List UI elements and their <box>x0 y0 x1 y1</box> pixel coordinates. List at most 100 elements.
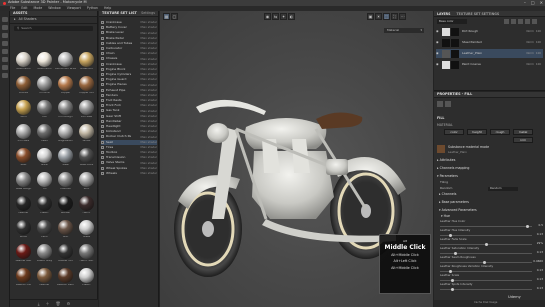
parameter-value[interactable]: 0.5 <box>539 224 543 227</box>
advanced-parameters-subsection[interactable]: ▾ Advanced Parameters <box>439 208 477 212</box>
visibility-checkbox[interactable] <box>101 88 104 92</box>
base-parameters-subsection[interactable]: ▸ Base parameters <box>439 200 469 204</box>
texture-set-shader[interactable]: Main shader <box>141 73 158 76</box>
assets-search-input[interactable]: ⚲ Search <box>14 26 93 31</box>
close-icon[interactable]: ✕ <box>540 1 543 5</box>
parameter-slider[interactable] <box>440 243 532 246</box>
menu-viewport[interactable]: Viewport <box>67 6 81 10</box>
visibility-checkbox[interactable] <box>101 21 104 25</box>
asset-tile[interactable]: Aluminium <box>13 51 34 71</box>
viewport-mode-dropdown[interactable]: Material ▾ <box>384 28 424 33</box>
screenshot-icon[interactable]: ⬚ <box>383 13 390 20</box>
material-thumbnail[interactable] <box>437 145 445 153</box>
visibility-checkbox[interactable] <box>101 31 104 35</box>
visibility-checkbox[interactable] <box>101 140 104 144</box>
import-icon[interactable]: ⤓ <box>38 301 40 306</box>
visibility-checkbox[interactable] <box>101 83 104 87</box>
texture-set-shader[interactable]: Main shader <box>141 63 158 66</box>
texture-set-shader[interactable]: Main shader <box>141 141 158 144</box>
paint-tool-icon[interactable] <box>2 17 8 22</box>
layer-blend-mode[interactable]: Norm <box>527 30 534 33</box>
visibility-checkbox[interactable] <box>101 125 104 129</box>
asset-tile[interactable]: Iron <box>34 99 55 119</box>
picker-tool-icon[interactable] <box>2 65 8 70</box>
parameter-slider[interactable] <box>440 288 532 291</box>
slider-handle[interactable] <box>525 225 529 228</box>
channels-mapping-section[interactable]: ▸ Channels mapping <box>437 166 469 170</box>
asset-tile[interactable]: Tin <box>34 171 55 191</box>
menu-python[interactable]: Python <box>87 6 98 10</box>
asset-tile[interactable]: Brass Old <box>76 51 97 71</box>
asset-tile[interactable]: Wood <box>13 219 34 239</box>
settings-icon[interactable]: ⚙ <box>67 301 71 306</box>
projection-tool-icon[interactable] <box>2 33 8 38</box>
visibility-checkbox[interactable] <box>101 99 104 103</box>
3d-viewport[interactable]: ▦ ▢ ◉ ⇆ ✦ ◐ ▣ ☀ ⬚ ⛶ ⋯ Material ▾ Alt Mid… <box>160 11 433 307</box>
parameter-value[interactable]: 0.13 <box>537 251 543 254</box>
asset-tile[interactable]: Steel Dark <box>76 147 97 167</box>
add-mask-icon[interactable] <box>518 19 523 24</box>
texture-set-shader[interactable]: Main shader <box>141 42 158 45</box>
menu-file[interactable]: File <box>10 6 15 10</box>
asset-tile[interactable]: Leather <box>34 267 55 287</box>
visibility-checkbox[interactable] <box>101 161 104 165</box>
channel-height-button[interactable]: height <box>467 129 487 135</box>
layer-opacity[interactable]: 100 <box>536 30 541 33</box>
parameter-slider[interactable] <box>440 252 532 255</box>
layer-opacity[interactable]: 100 <box>536 63 541 66</box>
smudge-tool-icon[interactable] <box>2 49 8 54</box>
layout-icon[interactable]: ▦ <box>163 13 170 20</box>
texture-set-shader[interactable]: Main shader <box>141 104 158 107</box>
asset-tile[interactable]: Plastic Grey <box>34 243 55 263</box>
parameter-slider[interactable] <box>440 261 532 264</box>
texture-set-shader[interactable]: Main shader <box>141 156 158 159</box>
minimize-icon[interactable]: – <box>524 1 526 5</box>
layer-row[interactable]: ◉ Paint Coarse Norm 100 <box>436 60 543 69</box>
clone-tool-icon[interactable] <box>2 57 8 62</box>
asset-tile[interactable]: Gold <box>13 99 34 119</box>
texture-set-shader[interactable]: Main shader <box>141 99 158 102</box>
asset-tile[interactable]: Fabric <box>76 195 97 215</box>
texture-set-shader[interactable]: Main shader <box>141 57 158 61</box>
delete-icon[interactable]: 🗑 <box>56 301 61 306</box>
hue-subsection[interactable]: ▾ Hue <box>441 214 450 218</box>
parameter-value[interactable]: 29% <box>537 242 543 245</box>
asset-tile[interactable]: Copper <box>55 75 76 95</box>
layer-row[interactable]: ◉ Leather_Plain Norm 100 <box>436 49 543 58</box>
visibility-checkbox[interactable] <box>101 166 104 170</box>
visibility-checkbox[interactable] <box>101 52 104 56</box>
eraser-tool-icon[interactable] <box>2 25 8 30</box>
polygon-fill-icon[interactable] <box>2 41 8 46</box>
texture-set-shader[interactable]: Main shader <box>141 115 158 118</box>
attributes-section[interactable]: ▸ Attributes <box>437 158 455 162</box>
parameter-value[interactable]: 0.13 <box>537 278 543 281</box>
eye-icon[interactable]: ◉ <box>436 63 440 66</box>
visibility-checkbox[interactable] <box>101 78 104 82</box>
asset-tile[interactable]: Rust <box>13 147 34 167</box>
visibility-checkbox[interactable] <box>101 67 104 71</box>
asset-tile[interactable]: Titanium <box>55 171 76 191</box>
asset-tile[interactable]: Skin <box>55 219 76 239</box>
asset-tile[interactable]: Glass <box>76 219 97 239</box>
tab-layers[interactable]: LAYERS <box>434 11 453 16</box>
tab-texture-set-settings[interactable]: TEXTURE SET SETTINGS <box>453 11 502 16</box>
symmetry-icon[interactable]: ⇆ <box>272 13 279 20</box>
asset-tile[interactable]: Leather Old <box>13 267 34 287</box>
parameter-value[interactable]: 0.13 <box>537 287 543 290</box>
texture-set-row[interactable]: Wheels Main shader <box>101 171 157 176</box>
texture-set-shader[interactable]: Main shader <box>141 94 158 97</box>
visibility-checkbox[interactable] <box>101 47 104 51</box>
bake-tool-icon[interactable] <box>2 73 8 78</box>
menu-help[interactable]: Help <box>104 6 111 10</box>
asset-tile[interactable]: Copper Old <box>76 75 97 95</box>
parameter-slider[interactable] <box>440 225 532 228</box>
light-icon[interactable]: ☀ <box>375 13 382 20</box>
visibility-checkbox[interactable] <box>101 114 104 118</box>
texture-set-shader[interactable]: Main shader <box>141 130 158 133</box>
asset-tile[interactable]: Leather Red <box>13 243 34 263</box>
slider-handle[interactable] <box>450 288 454 291</box>
visibility-checkbox[interactable] <box>101 62 104 66</box>
mask-icon[interactable] <box>445 101 451 107</box>
texture-set-shader[interactable]: Main shader <box>141 167 158 170</box>
add-layer-icon[interactable] <box>511 19 516 24</box>
